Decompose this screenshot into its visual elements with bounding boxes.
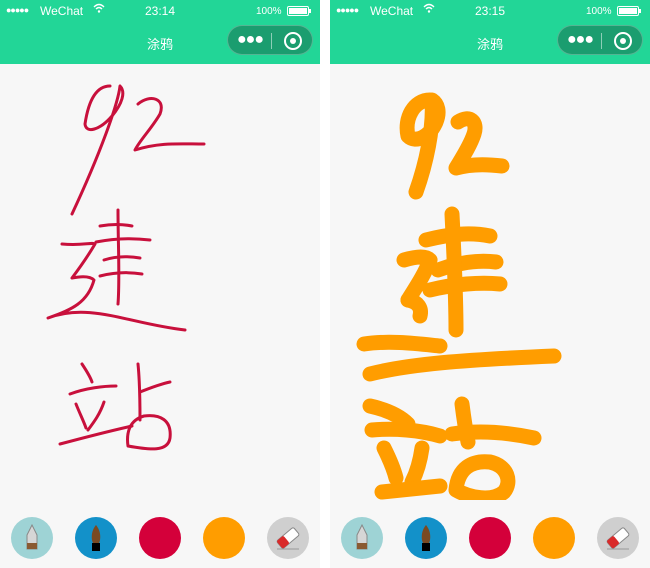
tool-bar <box>0 500 320 568</box>
more-dots-icon[interactable]: ●●● <box>567 30 594 50</box>
nav-header: ●●●●● WeChat 23:15 100% 涂鸦 ●●● <box>330 0 650 64</box>
red-color-button[interactable] <box>469 517 511 559</box>
capsule-menu[interactable]: ●●● <box>557 25 643 55</box>
capsule-divider <box>601 33 602 49</box>
tool-bar <box>330 500 650 568</box>
status-bar: ●●●●● WeChat 23:15 100% <box>330 0 650 22</box>
drawing-strokes <box>356 92 562 506</box>
capsule-menu[interactable]: ●●● <box>227 25 313 55</box>
battery-icon <box>287 6 311 16</box>
eraser-tool-button[interactable] <box>597 517 639 559</box>
pen-icon <box>26 523 38 550</box>
brush-tool-button[interactable] <box>405 517 447 559</box>
brush-tool-button[interactable] <box>75 517 117 559</box>
pen-icon <box>356 523 368 550</box>
brush-icon <box>91 525 101 551</box>
more-dots-icon[interactable]: ●●● <box>237 30 264 50</box>
eraser-icon <box>276 527 300 550</box>
battery-percent: 100% <box>256 6 282 17</box>
drawing-canvas[interactable] <box>330 64 650 506</box>
eraser-icon <box>606 527 630 550</box>
drawing-strokes <box>46 84 206 451</box>
red-color-button[interactable] <box>139 517 181 559</box>
orange-color-button[interactable] <box>203 517 245 559</box>
eraser-tool-button[interactable] <box>267 517 309 559</box>
nav-header: ●●●●● WeChat 23:14 100% 涂鸦 ●●● <box>0 0 320 64</box>
brush-icon <box>421 525 431 551</box>
phone-screen-left: ●●●●● WeChat 23:14 100% 涂鸦 ●●● <box>0 0 320 568</box>
target-circle-icon[interactable] <box>614 32 632 50</box>
drawing-canvas[interactable] <box>0 64 320 500</box>
target-circle-icon[interactable] <box>284 32 302 50</box>
battery-percent: 100% <box>586 6 612 17</box>
battery-icon <box>617 6 641 16</box>
capsule-divider <box>271 33 272 49</box>
pen-tool-button[interactable] <box>341 517 383 559</box>
orange-color-button[interactable] <box>533 517 575 559</box>
status-bar: ●●●●● WeChat 23:14 100% <box>0 0 320 22</box>
phone-screen-right: ●●●●● WeChat 23:15 100% 涂鸦 ●●● <box>330 0 650 568</box>
pen-tool-button[interactable] <box>11 517 53 559</box>
